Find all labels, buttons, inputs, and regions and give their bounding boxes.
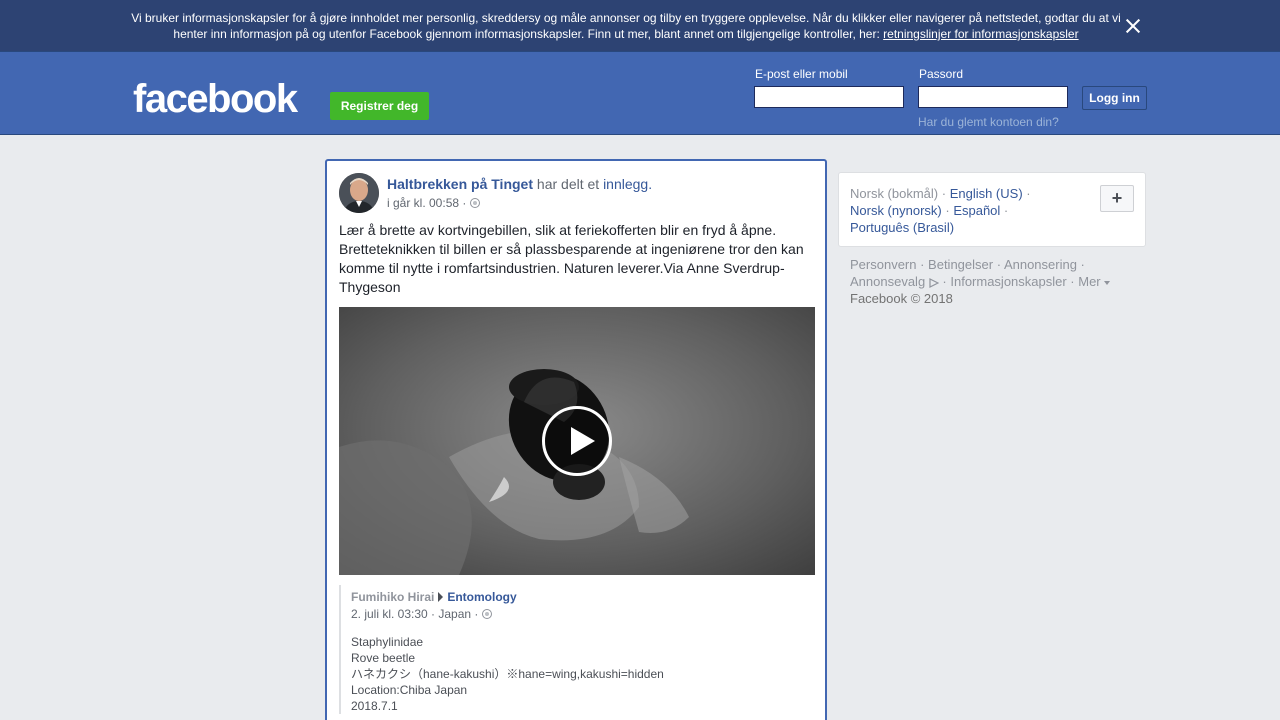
email-label: E-post eller mobil: [755, 67, 848, 81]
footer-cookies-link[interactable]: Informasjonskapsler: [950, 274, 1066, 289]
post-author-link[interactable]: Haltbrekken på Tinget: [387, 176, 533, 192]
post-time-link[interactable]: i går kl. 00:58 ·: [387, 196, 466, 210]
cookie-banner: Vi bruker informasjonskapsler for å gjør…: [0, 0, 1280, 52]
footer-adchoices-link[interactable]: Annonsevalg: [850, 274, 925, 289]
shared-post-header: Fumihiko Hirai Entomology: [351, 589, 815, 605]
shared-time-link[interactable]: 2. juli kl. 03:30 · Japan ·: [351, 607, 478, 621]
language-selector: Norsk (bokmål) · English (US) · Norsk (n…: [838, 172, 1146, 247]
register-button[interactable]: Registrer deg: [330, 92, 429, 120]
play-icon[interactable]: [542, 406, 612, 476]
video-player[interactable]: [339, 307, 815, 575]
chevron-down-icon: [1104, 280, 1111, 285]
shared-line: Rove beetle: [351, 651, 416, 665]
author-avatar[interactable]: [339, 173, 379, 213]
post-action-text: har delt et: [533, 176, 604, 192]
footer-links: Personvern · Betingelser · Annonsering ·…: [850, 256, 1140, 307]
add-language-button[interactable]: +: [1100, 185, 1134, 212]
shared-author[interactable]: Fumihiko Hirai: [351, 589, 434, 605]
post-timestamp: i går kl. 00:58 ·: [387, 196, 481, 210]
footer-privacy-link[interactable]: Personvern: [850, 257, 916, 272]
separator: ·: [1022, 186, 1031, 201]
separator: ·: [1000, 203, 1009, 218]
globe-icon: [470, 198, 481, 208]
post-header: Haltbrekken på Tinget har delt et innleg…: [387, 175, 652, 193]
shared-post-timestamp: 2. juli kl. 03:30 · Japan ·: [351, 607, 815, 621]
close-icon[interactable]: [1122, 15, 1144, 37]
footer-advertising-link[interactable]: Annonsering: [1004, 257, 1077, 272]
language-portuguese[interactable]: Português (Brasil): [850, 220, 954, 235]
shared-line: ハネカクシ（hane-kakushi）※hane=wing,kakushi=hi…: [351, 667, 664, 681]
password-label: Passord: [919, 67, 964, 81]
footer-more-link[interactable]: Mer: [1078, 274, 1100, 289]
language-spanish[interactable]: Español: [953, 203, 1000, 218]
post-text: Lær å brette av kortvingebillen, slik at…: [339, 222, 804, 295]
language-english[interactable]: English (US): [950, 186, 1023, 201]
separator: ·: [938, 186, 950, 201]
cookie-policy-link[interactable]: retningslinjer for informasjonskapsler: [883, 27, 1078, 41]
shared-post: Haltbrekken på Tinget har delt et innleg…: [325, 159, 827, 720]
language-nynorsk[interactable]: Norsk (nynorsk): [850, 203, 942, 218]
shared-line: 2018.7.1: [351, 699, 398, 713]
post-shared-link[interactable]: innlegg.: [603, 176, 652, 192]
facebook-logo[interactable]: facebook: [133, 77, 298, 121]
shared-line: Location:Chiba Japan: [351, 683, 468, 697]
arrow-right-icon: [438, 592, 444, 602]
top-header: facebook Registrer deg E-post eller mobi…: [0, 52, 1280, 135]
copyright: Facebook © 2018: [850, 291, 953, 306]
language-list: Norsk (bokmål) · English (US) · Norsk (n…: [850, 185, 1080, 236]
email-field[interactable]: [754, 86, 904, 108]
language-current: Norsk (bokmål): [850, 186, 939, 201]
shared-line: Staphylinidae: [351, 635, 424, 649]
globe-icon: [482, 609, 493, 619]
shared-original-post: Fumihiko Hirai Entomology 2. juli kl. 03…: [339, 585, 815, 714]
separator: ·: [941, 203, 954, 218]
footer-terms-link[interactable]: Betingelser: [928, 257, 993, 272]
shared-group-link[interactable]: Entomology: [447, 589, 516, 605]
adchoices-icon: [929, 277, 939, 288]
cookie-banner-text: Vi bruker informasjonskapsler for å gjør…: [130, 10, 1122, 42]
shared-post-text: Staphylinidae Rove beetle ハネカクシ（hane-kak…: [351, 634, 815, 714]
login-button[interactable]: Logg inn: [1082, 86, 1147, 110]
password-field[interactable]: [918, 86, 1068, 108]
forgot-account-link[interactable]: Har du glemt kontoen din?: [918, 115, 1059, 129]
avatar-image: [339, 173, 379, 213]
